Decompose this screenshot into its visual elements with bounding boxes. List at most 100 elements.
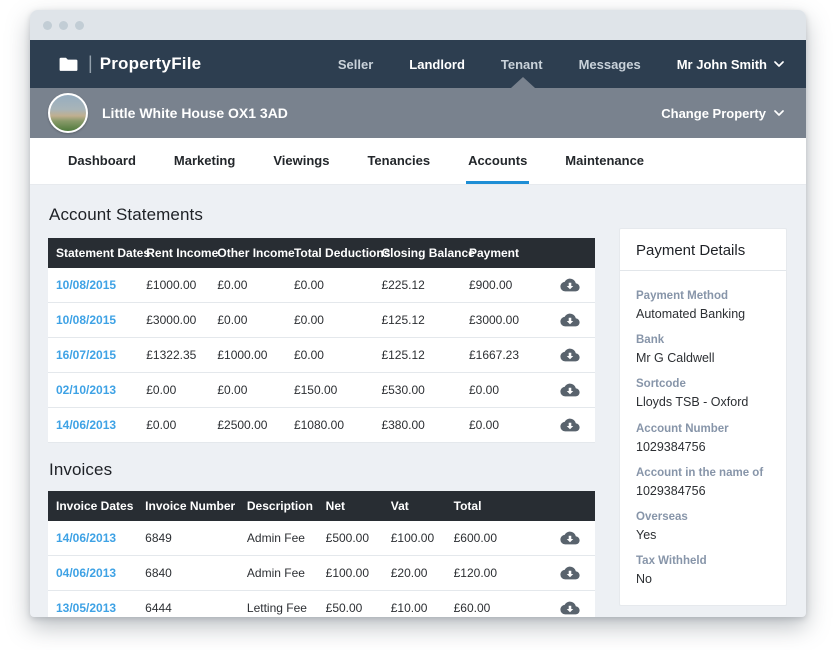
col-download: [546, 238, 595, 268]
statement-date-link[interactable]: 02/10/2013: [56, 383, 116, 397]
cloud-download-icon[interactable]: [560, 600, 580, 616]
cloud-download-icon[interactable]: [560, 277, 580, 293]
rent-income-value: £1000.00: [138, 268, 209, 303]
user-menu[interactable]: Mr John Smith: [677, 57, 784, 72]
field-label: Tax Withheld: [636, 554, 770, 569]
table-row: 16/07/2015 £1322.35 £1000.00 £0.00 £125.…: [48, 338, 595, 373]
statement-date-link[interactable]: 10/08/2015: [56, 278, 116, 292]
chevron-down-icon: [774, 61, 784, 67]
field-label: Overseas: [636, 510, 770, 525]
tax-withheld-field: Tax Withheld No: [636, 554, 770, 587]
invoice-date-link[interactable]: 13/05/2013: [56, 601, 116, 615]
statement-date-link[interactable]: 14/06/2013: [56, 418, 116, 432]
field-value: Lloyds TSB - Oxford: [636, 394, 770, 410]
closing-balance-value: £125.12: [373, 338, 461, 373]
invoice-number-value: 6840: [137, 556, 239, 591]
field-label: Account Number: [636, 422, 770, 437]
col-invoice-dates: Invoice Dates: [48, 491, 137, 521]
other-income-value: £0.00: [209, 303, 286, 338]
field-label: Account in the name of: [636, 466, 770, 481]
payment-details-body: Payment Method Automated Banking Bank Mr…: [620, 271, 786, 605]
tab-maintenance[interactable]: Maintenance: [563, 138, 646, 184]
nav-item-landlord[interactable]: Landlord: [409, 57, 465, 72]
invoices-table: Invoice Dates Invoice Number Description…: [48, 491, 595, 617]
payment-value: £1667.23: [461, 338, 546, 373]
window-control-icon[interactable]: [59, 21, 68, 30]
total-deductions-value: £0.00: [286, 268, 374, 303]
change-property-button[interactable]: Change Property: [661, 106, 784, 121]
bank-field: Bank Mr G Caldwell: [636, 333, 770, 366]
col-rent-income: Rent Income: [138, 238, 209, 268]
invoice-number-value: 6444: [137, 591, 239, 618]
tab-tenancies[interactable]: Tenancies: [365, 138, 432, 184]
vat-value: £100.00: [383, 521, 446, 556]
tab-marketing[interactable]: Marketing: [172, 138, 237, 184]
table-row: 10/08/2015 £1000.00 £0.00 £0.00 £225.12 …: [48, 268, 595, 303]
table-row: 10/08/2015 £3000.00 £0.00 £0.00 £125.12 …: [48, 303, 595, 338]
sortcode-field: Sortcode Lloyds TSB - Oxford: [636, 377, 770, 410]
description-value: Admin Fee: [239, 556, 318, 591]
payment-method-field: Payment Method Automated Banking: [636, 289, 770, 322]
logo-separator: |: [88, 53, 93, 74]
statement-date-link[interactable]: 16/07/2015: [56, 348, 116, 362]
other-income-value: £0.00: [209, 373, 286, 408]
total-deductions-value: £1080.00: [286, 408, 374, 443]
col-other-income: Other Income: [209, 238, 286, 268]
section-tabs: Dashboard Marketing Viewings Tenancies A…: [30, 138, 806, 185]
cloud-download-icon[interactable]: [560, 530, 580, 546]
top-navbar: | PropertyFile Seller Landlord Tenant Me…: [30, 40, 806, 88]
app-window: | PropertyFile Seller Landlord Tenant Me…: [30, 10, 806, 617]
col-payment: Payment: [461, 238, 546, 268]
table-row: 04/06/2013 6840 Admin Fee £100.00 £20.00…: [48, 556, 595, 591]
rent-income-value: £0.00: [138, 373, 209, 408]
table-row: 14/06/2013 6849 Admin Fee £500.00 £100.0…: [48, 521, 595, 556]
window-control-icon[interactable]: [75, 21, 84, 30]
folder-icon: [58, 56, 79, 73]
net-value: £500.00: [318, 521, 383, 556]
nav-item-seller[interactable]: Seller: [338, 57, 373, 72]
active-nav-pointer: [511, 77, 535, 88]
total-deductions-value: £0.00: [286, 303, 374, 338]
cloud-download-icon[interactable]: [560, 312, 580, 328]
invoice-date-link[interactable]: 04/06/2013: [56, 566, 116, 580]
payment-value: £3000.00: [461, 303, 546, 338]
vat-value: £20.00: [383, 556, 446, 591]
payment-details-panel: Payment Details Payment Method Automated…: [619, 228, 787, 606]
rent-income-value: £0.00: [138, 408, 209, 443]
main-column: Account Statements Statement Dates Rent …: [48, 199, 595, 617]
nav-item-messages[interactable]: Messages: [579, 57, 641, 72]
col-total: Total: [446, 491, 544, 521]
cloud-download-icon[interactable]: [560, 382, 580, 398]
brand-logo[interactable]: | PropertyFile: [58, 54, 201, 75]
rent-income-value: £1322.35: [138, 338, 209, 373]
other-income-value: £1000.00: [209, 338, 286, 373]
col-description: Description: [239, 491, 318, 521]
cloud-download-icon[interactable]: [560, 417, 580, 433]
field-label: Sortcode: [636, 377, 770, 392]
invoice-date-link[interactable]: 14/06/2013: [56, 531, 116, 545]
window-control-icon[interactable]: [43, 21, 52, 30]
total-value: £60.00: [446, 591, 544, 618]
statement-date-link[interactable]: 10/08/2015: [56, 313, 116, 327]
cloud-download-icon[interactable]: [560, 347, 580, 363]
table-row: 02/10/2013 £0.00 £0.00 £150.00 £530.00 £…: [48, 373, 595, 408]
field-value: Mr G Caldwell: [636, 350, 770, 366]
tab-viewings[interactable]: Viewings: [271, 138, 331, 184]
col-download: [544, 491, 595, 521]
nav-item-tenant[interactable]: Tenant: [501, 57, 543, 72]
rent-income-value: £3000.00: [138, 303, 209, 338]
closing-balance-value: £530.00: [373, 373, 461, 408]
cloud-download-icon[interactable]: [560, 565, 580, 581]
field-value: No: [636, 571, 770, 587]
nav-menu: Seller Landlord Tenant Messages Mr John …: [302, 57, 784, 72]
tab-dashboard[interactable]: Dashboard: [66, 138, 138, 184]
closing-balance-value: £125.12: [373, 303, 461, 338]
total-value: £120.00: [446, 556, 544, 591]
payment-value: £0.00: [461, 408, 546, 443]
tab-accounts[interactable]: Accounts: [466, 138, 529, 184]
payment-value: £0.00: [461, 373, 546, 408]
col-net: Net: [318, 491, 383, 521]
page-content: Account Statements Statement Dates Rent …: [30, 185, 806, 617]
payment-value: £900.00: [461, 268, 546, 303]
net-value: £50.00: [318, 591, 383, 618]
